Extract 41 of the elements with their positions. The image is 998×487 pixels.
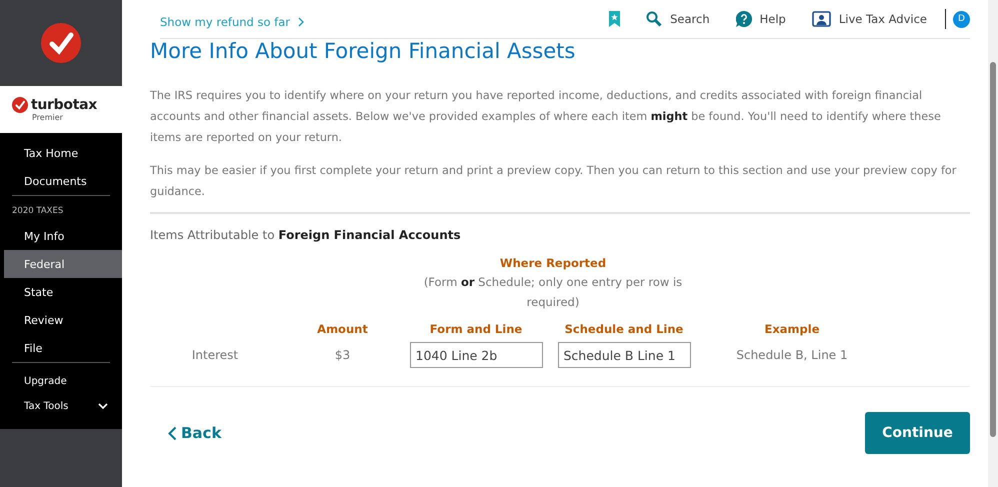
column-header: Form and Line [428, 322, 524, 336]
brand-name: turbotax [31, 97, 97, 113]
person-icon [812, 11, 831, 27]
search-icon [646, 11, 662, 27]
logo-icon [41, 23, 81, 63]
scrollbar[interactable] [988, 0, 998, 487]
input-field[interactable]: 1040 Line 2b [410, 342, 542, 368]
section-heading: Items Attributable to Foreign Financial Accounts [150, 228, 462, 242]
amount-cell-text: $3 [334, 348, 352, 362]
page-title: More Info About Foreign Financial Assets [150, 39, 576, 63]
nav-item[interactable]: Tax Home [4, 139, 122, 167]
input-field[interactable]: Schedule B Line 1 [558, 342, 690, 368]
nav-item[interactable]: My Info [4, 222, 122, 250]
nav-item[interactable]: Federal [4, 250, 122, 278]
chevron-right-icon [298, 17, 304, 27]
group-heading: Where Reported [498, 256, 608, 270]
nav-item[interactable]: File [4, 334, 122, 362]
example-cell-text: Schedule B, Line 1 [735, 348, 849, 362]
paragraph: The IRS requires you to identify where on your return you have reported income, deductions, and credits associated with foreign financial accounts and other financial assets. Below we've provided examples of where each item might be found. You'll need to identify where these items are reported on your return. [150, 88, 942, 146]
nav-heading: 2020 TAXES [12, 205, 64, 218]
nav-item[interactable]: Tax Tools [4, 394, 122, 419]
search-button[interactable]: Search [646, 11, 710, 27]
bookmark-icon[interactable] [609, 11, 620, 27]
column-header: Amount [316, 322, 369, 336]
nav-item[interactable]: Upgrade [4, 369, 122, 394]
nav-item[interactable]: State [4, 278, 122, 306]
nav-item[interactable]: Documents [4, 167, 122, 195]
continue-button[interactable]: Continue [865, 412, 970, 454]
row-label: Interest [190, 348, 240, 362]
group-note: (Form or Schedule; only one entry per row is required) [422, 274, 684, 311]
chevron-left-icon [168, 426, 177, 440]
logo-icon [12, 97, 28, 113]
column-header: Example [764, 322, 820, 336]
column-header: Schedule and Line [564, 322, 684, 336]
help-icon [736, 11, 752, 27]
paragraph: This may be easier if you first complete your return and print a preview copy. Then you can return to this section and use your preview copy for guidance. [150, 163, 958, 200]
help-button[interactable]: Help [736, 11, 786, 27]
edition-label: Premier [32, 113, 64, 122]
live-advice-button[interactable]: Live Tax Advice [812, 11, 927, 27]
back-button[interactable]: Back [168, 424, 222, 442]
nav-item[interactable]: Review [4, 306, 122, 334]
